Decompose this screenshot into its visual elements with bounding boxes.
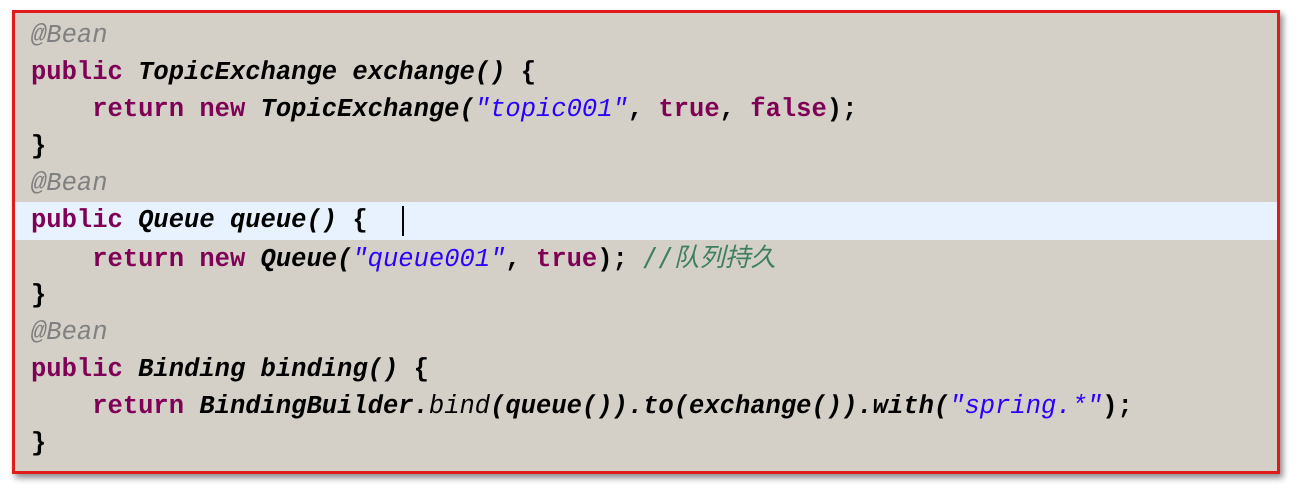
code-token-ann: @Bean (31, 169, 108, 199)
code-token-type: Binding (138, 354, 261, 384)
code-token-punct (31, 95, 92, 124)
code-token-lit: true (658, 95, 720, 125)
code-line[interactable]: @Bean (15, 165, 1277, 202)
text-cursor (402, 205, 405, 236)
code-token-kw: public (31, 58, 139, 88)
code-token-type: TopicExchange (138, 58, 353, 88)
code-line[interactable]: public TopicExchange exchange() { (15, 54, 1277, 91)
code-token-type: Queue( (260, 244, 353, 274)
code-token-comment: //队列持久 (643, 242, 776, 273)
code-line[interactable]: } (15, 128, 1277, 165)
code-screenshot-frame: @Bean public TopicExchange exchange() { r… (12, 10, 1280, 474)
code-token-ann: @Bean (31, 21, 108, 50)
code-line[interactable]: return new Queue("queue001", true); //队列… (15, 240, 1277, 277)
code-token-static-call: bind (428, 391, 491, 421)
code-token-kw: public (31, 354, 139, 384)
code-token-method: queue() (229, 206, 353, 236)
code-line[interactable]: } (15, 425, 1277, 462)
code-token-kw: public (31, 206, 139, 236)
code-token-punct: ); (1102, 391, 1133, 421)
code-line[interactable]: } (15, 277, 1277, 314)
code-token-punct: { (352, 206, 399, 236)
code-line[interactable]: public Queue queue() { (15, 202, 1277, 240)
code-token-punct: , (505, 244, 537, 274)
code-line[interactable]: public Binding binding() { (15, 351, 1277, 388)
code-token-str: "topic001" (474, 95, 628, 125)
code-token-kw: return new (92, 95, 261, 125)
code-token-punct: } (31, 280, 47, 310)
code-token-kw: return (92, 391, 200, 421)
code-token-punct: { (413, 354, 429, 384)
code-token-method: exchange() (352, 58, 521, 88)
code-token-punct (31, 392, 92, 421)
code-token-lit: false (750, 95, 827, 125)
code-token-str: "spring.*" (949, 391, 1103, 421)
code-token-punct: ); (826, 95, 858, 125)
code-token-punct: ); (597, 244, 644, 274)
code-token-method: (queue()).to(exchange()).with( (490, 391, 950, 421)
code-token-punct (31, 245, 92, 274)
code-line[interactable]: @Bean (15, 17, 1277, 54)
code-token-punct: , (719, 95, 751, 125)
code-token-punct: , (627, 95, 659, 125)
code-token-method: binding() (260, 354, 414, 384)
code-token-kw: return new (92, 244, 261, 274)
code-editor[interactable]: @Bean public TopicExchange exchange() { r… (15, 17, 1277, 462)
code-line[interactable]: return BindingBuilder.bind(queue()).to(e… (15, 388, 1277, 425)
code-token-ann: @Bean (31, 317, 108, 347)
code-line[interactable]: @Bean (15, 314, 1277, 351)
code-token-punct: } (31, 429, 47, 459)
code-token-punct: { (520, 58, 537, 88)
code-line[interactable]: return new TopicExchange("topic001", tru… (15, 91, 1277, 128)
code-token-type: BindingBuilder. (199, 391, 429, 421)
code-token-punct: } (31, 132, 47, 162)
code-token-str: "queue001" (352, 244, 506, 274)
code-token-lit: true (536, 244, 598, 274)
code-token-type: TopicExchange( (260, 95, 475, 125)
code-token-type: Queue (138, 206, 230, 236)
